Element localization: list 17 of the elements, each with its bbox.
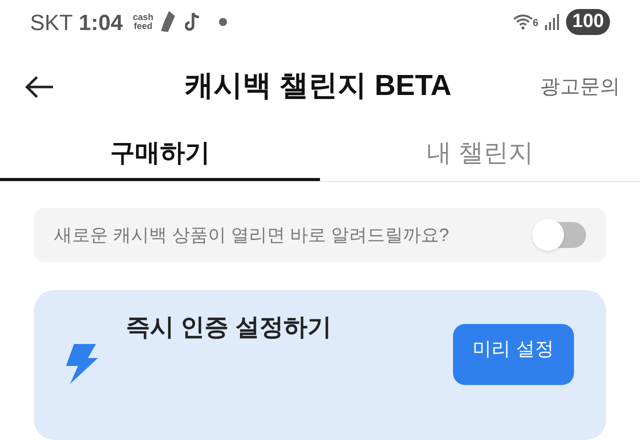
tab[interactable]: 구매하기 [0, 130, 320, 182]
card-title: 즉시 인증 설정하기 [126, 313, 332, 343]
tab[interactable]: 내 챌린지 [320, 130, 640, 182]
signal-icon [544, 13, 560, 32]
wifi-icon [512, 14, 533, 30]
music-note-icon [185, 12, 202, 32]
ad-inquiry-link[interactable]: 광고문의 [540, 72, 620, 102]
preset-button[interactable]: 미리 설정 [452, 324, 574, 384]
page-title: 캐시백 챌린지 BETA [184, 69, 452, 104]
clock: 1:04 [78, 8, 123, 37]
toggle-switch[interactable] [532, 222, 586, 248]
lightning-icon [66, 344, 98, 384]
carrier: SKT [30, 8, 73, 37]
app-logo: cash feed [132, 13, 154, 32]
notification-label: 새로운 캐시백 상품이 열리면 바로 알려드릴까요? [54, 224, 450, 247]
battery-indicator: 100 [566, 9, 610, 36]
network-type-label: 6 [532, 17, 538, 31]
